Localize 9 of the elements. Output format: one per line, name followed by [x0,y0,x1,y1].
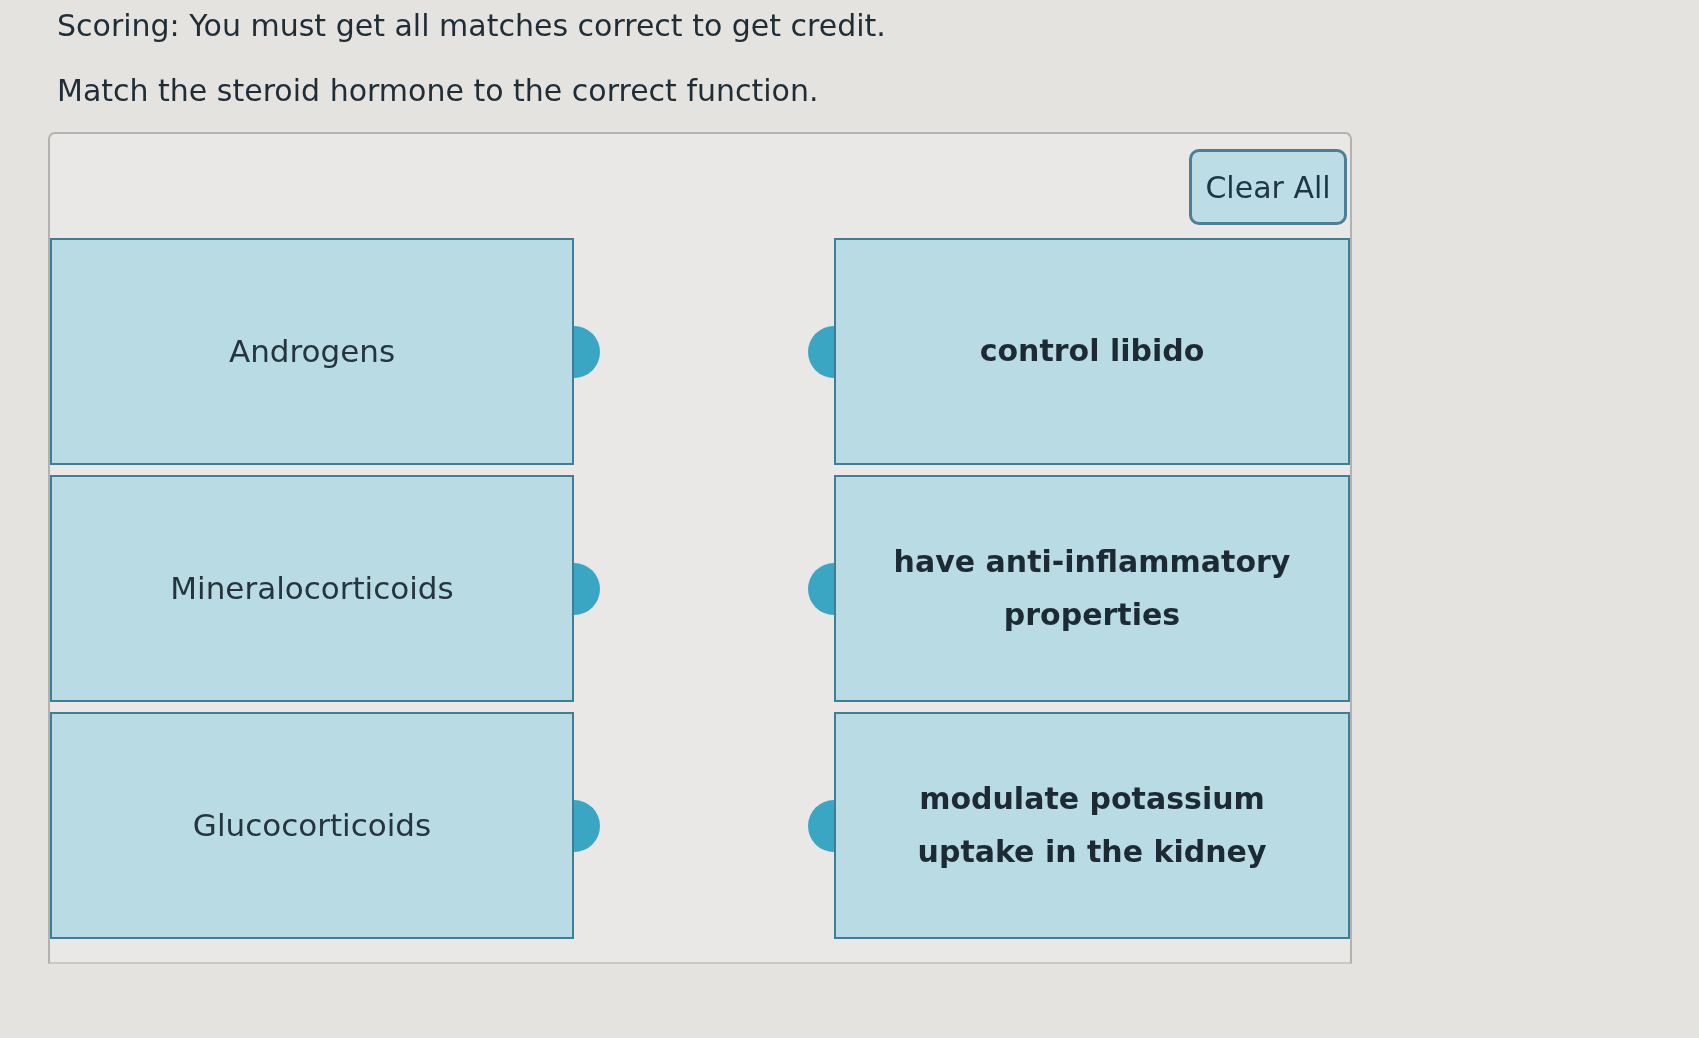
hormone-card[interactable]: Glucocorticoids [50,712,574,939]
function-card[interactable]: control libido [834,238,1350,465]
hormone-card[interactable]: Androgens [50,238,574,465]
scoring-note: Scoring: You must get all matches correct to get credit. [57,7,887,45]
clear-all-button[interactable]: Clear All [1189,149,1347,225]
function-card[interactable]: have anti-inflammatory properties [834,475,1350,702]
question-text: Match the steroid hormone to the correct function. [57,72,820,110]
function-card[interactable]: modulate potassium uptake in the kidney [834,712,1350,939]
hormone-card[interactable]: Mineralocorticoids [50,475,574,702]
